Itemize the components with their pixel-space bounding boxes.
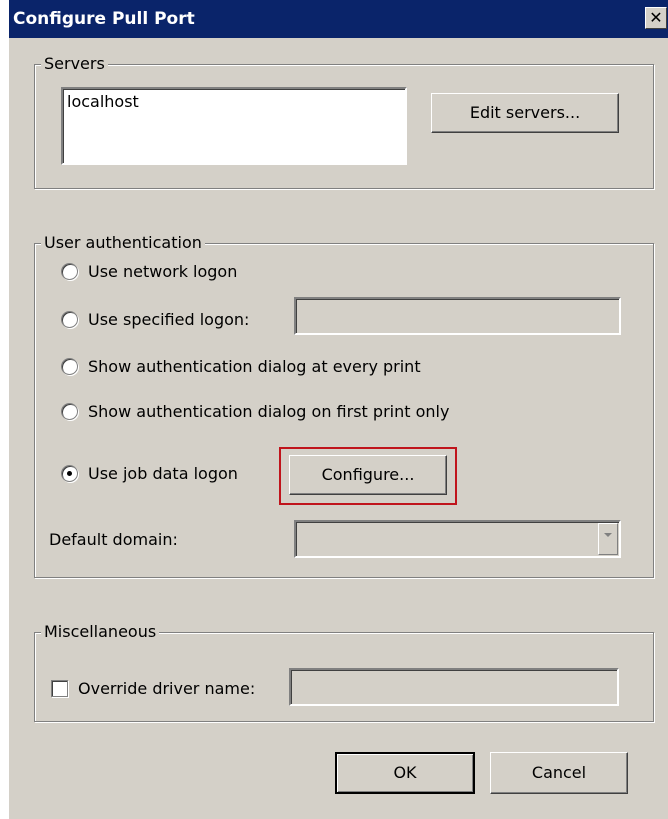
radio-label: Use network logon [88, 261, 238, 281]
edit-servers-button[interactable]: Edit servers... [431, 93, 619, 133]
list-item[interactable]: localhost [67, 92, 401, 111]
configure-button[interactable]: Configure... [289, 455, 447, 495]
override-driver-row[interactable]: Override driver name: [51, 676, 255, 700]
override-driver-input[interactable] [289, 668, 619, 706]
radio-selected-dot [67, 470, 72, 476]
radio-button[interactable] [61, 402, 78, 420]
radio-use-specified-logon[interactable]: Use specified logon: [61, 307, 249, 331]
cancel-label: Cancel [531, 763, 587, 782]
default-domain-label: Default domain: [49, 530, 178, 549]
window-title: Configure Pull Port [13, 9, 195, 29]
close-icon: ✕ [649, 8, 663, 27]
servers-legend: Servers [41, 54, 108, 74]
configure-label: Configure... [321, 465, 415, 484]
radio-label: Show authentication dialog at every prin… [88, 356, 421, 376]
radio-label: Show authentication dialog on first prin… [88, 401, 450, 421]
ok-button[interactable]: OK [335, 752, 475, 794]
radio-button[interactable] [61, 262, 78, 280]
chevron-down-icon [604, 533, 612, 537]
override-driver-label: Override driver name: [78, 678, 256, 698]
close-button[interactable]: ✕ [645, 7, 667, 29]
edit-servers-label: Edit servers... [469, 103, 581, 122]
specified-logon-input[interactable] [294, 297, 621, 335]
configure-pull-port-dialog: Configure Pull Port ✕ Servers localhost … [8, 0, 668, 819]
miscellaneous-legend: Miscellaneous [41, 622, 160, 642]
user-authentication-legend: User authentication [41, 233, 205, 253]
radio-use-network-logon[interactable]: Use network logon [61, 259, 237, 283]
dropdown-button[interactable] [598, 523, 618, 555]
ok-label: OK [393, 763, 417, 782]
radio-label: Use specified logon: [88, 309, 250, 329]
radio-show-auth-every-print[interactable]: Show authentication dialog at every prin… [61, 354, 421, 378]
radio-label: Use job data logon [88, 463, 238, 483]
radio-button[interactable] [61, 357, 78, 375]
radio-button[interactable] [61, 310, 78, 328]
override-driver-checkbox[interactable] [51, 679, 68, 697]
radio-use-job-data-logon[interactable]: Use job data logon [61, 461, 238, 485]
radio-show-auth-first-print[interactable]: Show authentication dialog on first prin… [61, 399, 449, 423]
radio-button-selected[interactable] [61, 464, 78, 482]
servers-group: Servers localhost Edit servers... [34, 54, 654, 189]
title-bar[interactable]: Configure Pull Port ✕ [9, 0, 668, 38]
servers-list[interactable]: localhost [61, 87, 407, 165]
default-domain-dropdown[interactable] [294, 520, 621, 558]
cancel-button[interactable]: Cancel [490, 752, 628, 794]
